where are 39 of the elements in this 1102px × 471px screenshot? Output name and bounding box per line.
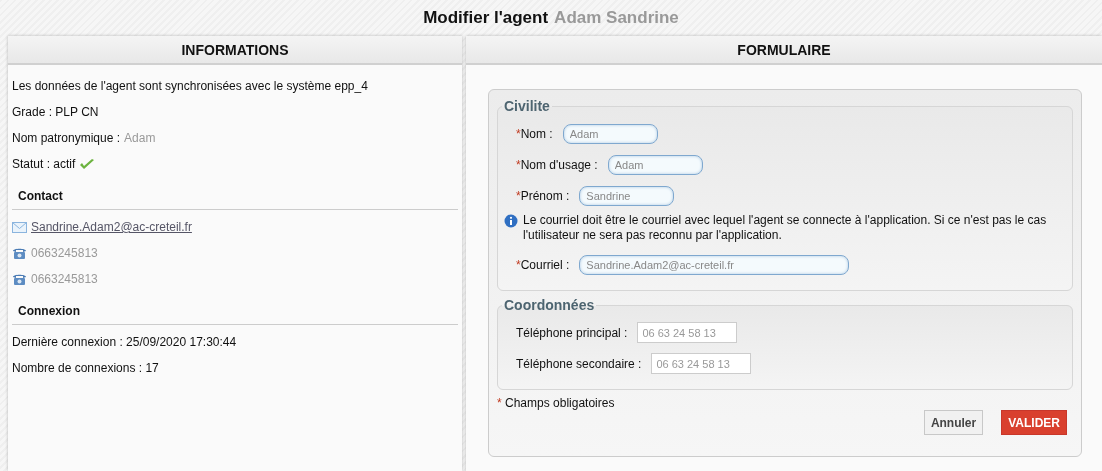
- email-link[interactable]: Sandrine.Adam2@ac-creteil.fr: [31, 220, 192, 234]
- submit-button[interactable]: VALIDER: [1001, 410, 1067, 435]
- field-label: *Nom d'usage :: [516, 157, 598, 172]
- agent-name: Adam Sandrine: [554, 8, 679, 28]
- field-label: *Prénom :: [516, 188, 570, 203]
- page-title: Modifier l'agent: [423, 8, 549, 28]
- field-label: *Nom :: [516, 126, 553, 141]
- text-field[interactable]: Adam: [562, 123, 658, 144]
- checkmark-icon: [79, 157, 96, 171]
- cancel-button[interactable]: Annuler: [923, 410, 984, 435]
- section-title: Connexion: [12, 300, 458, 325]
- phone-number: 0663245813: [31, 272, 98, 286]
- info-value: Adam: [124, 131, 156, 145]
- text-field[interactable]: Adam: [607, 154, 703, 175]
- field-label: Téléphone secondaire :: [516, 356, 642, 371]
- info-text: Statut : actif: [12, 157, 76, 171]
- info-text: Les données de l'agent sont synchronisées avec le système epp_4: [12, 79, 368, 93]
- info-message: Le courriel doit être le courriel avec lequel l'agent se connecte à l'application. Si ce n'est pas le cas l'utilisateur ne sera pas reconnu par l'application.: [523, 213, 1048, 243]
- section-title: Contact: [12, 185, 458, 210]
- panel-heading: INFORMATIONS: [8, 36, 462, 65]
- info-icon: [504, 214, 518, 228]
- fieldset-legend: Coordonnées: [502, 297, 597, 313]
- envelope-icon: [12, 221, 27, 233]
- field-label: Téléphone principal :: [516, 325, 628, 340]
- info-text: Nom patronymique :: [12, 131, 121, 145]
- phone-number: 0663245813: [31, 246, 98, 260]
- phone-field[interactable]: 06 63 24 58 13: [651, 353, 752, 374]
- info-text: Grade : PLP CN: [12, 105, 99, 119]
- text-field[interactable]: Sandrine: [579, 185, 675, 206]
- info-text: Dernière connexion : 25/09/2020 17:30:44: [12, 335, 237, 349]
- info-text: Nombre de connexions : 17: [12, 361, 159, 375]
- field-label: *Courriel :: [516, 257, 570, 272]
- text-field[interactable]: Sandrine.Adam2@ac-creteil.fr: [579, 254, 850, 275]
- telephone-icon: [12, 272, 27, 286]
- fieldset-legend: Civilite: [502, 98, 552, 114]
- panel-heading: FORMULAIRE: [466, 36, 1102, 65]
- phone-field[interactable]: 06 63 24 58 13: [637, 322, 738, 343]
- telephone-icon: [12, 246, 27, 260]
- required-note: * Champs obligatoires: [497, 396, 615, 410]
